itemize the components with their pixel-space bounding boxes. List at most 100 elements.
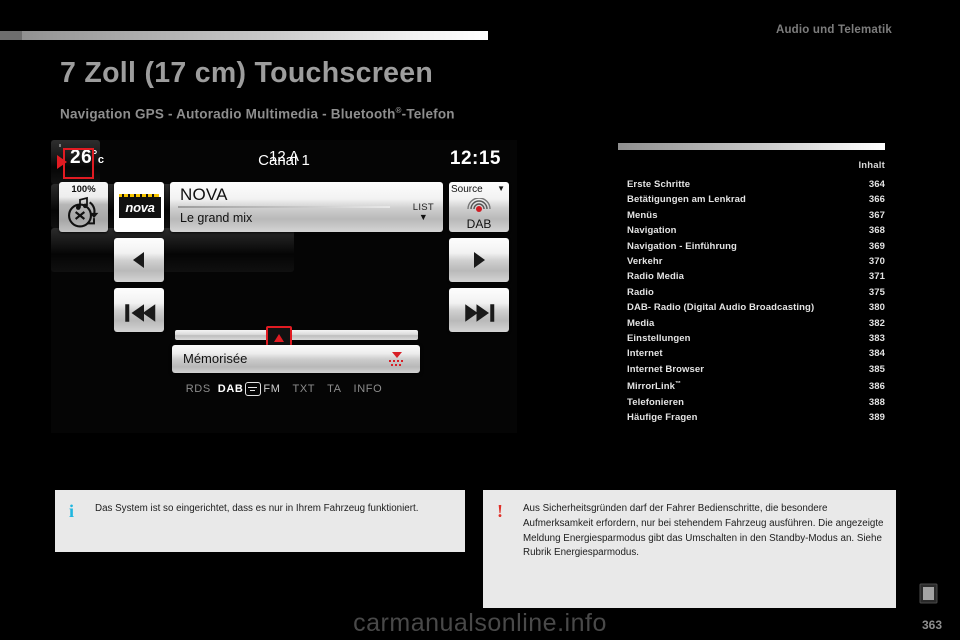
toc-item[interactable]: Internet Browser 385 <box>618 362 885 377</box>
toc-item[interactable]: Menüs 367 <box>618 208 885 223</box>
toc-item[interactable]: Radio 375 <box>618 285 885 300</box>
chevron-down-icon: ▼ <box>497 184 505 193</box>
logo-box: nova <box>119 197 161 218</box>
toc-item-page: 368 <box>868 225 885 237</box>
subtitle-suffix: -Telefon <box>401 106 455 122</box>
preset-label: Mémorisée <box>183 351 248 366</box>
toc-item[interactable]: Telefonieren 388 <box>618 395 885 410</box>
toc-item[interactable]: Navigation 368 <box>618 223 885 238</box>
toc-item-page: 382 <box>868 317 885 329</box>
tag-dab[interactable]: DAB <box>218 383 244 395</box>
toc-item-page: 388 <box>868 396 885 408</box>
tag-rds[interactable]: RDS <box>186 383 211 395</box>
tag-txt[interactable]: TXT <box>293 383 316 395</box>
toc-item-title: DAB- Radio (Digital Audio Broadcasting) <box>627 302 815 314</box>
toc-item-page: 384 <box>868 348 885 360</box>
next-track-button[interactable] <box>449 288 509 332</box>
toc-item-title: Navigation - Einführung <box>627 240 737 252</box>
document-icon <box>919 583 938 604</box>
dab-switch-icon[interactable] <box>245 381 262 396</box>
toc-item-page: 375 <box>868 286 885 298</box>
toc-item-title: Menüs <box>627 209 658 221</box>
toc-item-title: Internet <box>627 348 663 360</box>
toc-item[interactable]: Navigation - Einführung 369 <box>618 239 885 254</box>
toc-item-page: 371 <box>868 271 885 283</box>
toc-item-page: 370 <box>868 256 885 268</box>
toc-item[interactable]: MirrorLink™ 386 <box>618 377 885 395</box>
info-icon: i <box>69 501 75 521</box>
toc-item[interactable]: Verkehr 370 <box>618 254 885 269</box>
tag-info[interactable]: INFO <box>354 383 383 395</box>
toc-item[interactable]: Media 382 <box>618 316 885 331</box>
preset-bar[interactable]: Mémorisée <box>172 345 420 373</box>
toc-rule <box>618 143 885 150</box>
toc-item-title: Media <box>627 317 655 329</box>
toc-item-page: 369 <box>868 240 885 252</box>
toc-item-title: Betätigungen am Lenkrad <box>627 194 746 206</box>
tag-fm[interactable]: FM <box>263 383 280 395</box>
toc-item-page: 386 <box>868 381 885 393</box>
radio-text: Le grand mix <box>180 211 253 225</box>
toc-item-title: Radio <box>627 286 654 298</box>
toc-item[interactable]: Einstellungen 383 <box>618 331 885 346</box>
corner-marker <box>59 144 61 147</box>
page-subtitle: Navigation GPS - Autoradio Multimedia - … <box>60 106 455 122</box>
top-rule-cap <box>0 31 22 40</box>
frequency-display[interactable]: 12 A <box>51 148 299 272</box>
trademark-mark: ™ <box>674 381 682 388</box>
info-note-text: Das System ist so eingerichtet, dass es … <box>95 503 419 514</box>
source-label: Source <box>451 184 483 195</box>
manual-page: Audio und Telematik 7 Zoll (17 cm) Touch… <box>0 0 960 640</box>
toc-item[interactable]: Internet 384 <box>618 346 885 361</box>
signal-strength-icon <box>389 352 403 366</box>
infotainment-screenshot: 26°c 12:15 100% nova NOVA Le grand mix L… <box>51 140 517 433</box>
previous-track-button[interactable] <box>114 288 164 332</box>
station-name: NOVA <box>180 185 228 204</box>
list-button[interactable]: LIST ▼ <box>413 202 434 222</box>
toc-item-title: MirrorLink™ <box>618 377 681 395</box>
toc-item-page: 367 <box>868 209 885 221</box>
toc-item-title: Einstellungen <box>627 333 691 345</box>
toc-list: Erste Schritte 364 Betätigungen am Lenkra… <box>618 177 885 426</box>
source-button[interactable]: Source ▼ DAB <box>449 182 509 232</box>
logo-text: nova <box>125 200 155 215</box>
toc-item-title: Radio Media <box>627 271 685 283</box>
tag-ta[interactable]: TA <box>327 383 341 395</box>
toc-item-title: Navigation <box>627 225 677 237</box>
previous-station-button[interactable] <box>114 238 164 282</box>
toc-item[interactable]: Erste Schritte 364 <box>618 177 885 192</box>
toc-item-title: Erste Schritte <box>627 179 691 190</box>
scroll-slider[interactable] <box>175 330 418 340</box>
toc-item-title: Häufige Fragen <box>627 412 698 424</box>
warning-note-text: Aus Sicherheitsgründen darf der Fahrer B… <box>523 503 884 559</box>
toc-item[interactable]: Radio Media 371 <box>618 269 885 284</box>
next-station-button[interactable] <box>449 238 509 282</box>
info-note: i Das System ist so eingerichtet, dass e… <box>55 490 465 552</box>
triangle-left-icon <box>133 252 144 268</box>
toc-heading: Inhalt <box>858 160 885 171</box>
warning-icon: ! <box>497 501 503 521</box>
watermark: carmanualsonline.info <box>353 609 607 637</box>
toc-item-page: 364 <box>868 179 885 190</box>
subtitle-text: Navigation GPS - Autoradio Multimedia - … <box>60 106 396 122</box>
radio-tag-row: RDS DAB FM TXT TA INFO <box>51 380 517 398</box>
now-playing-panel[interactable]: NOVA Le grand mix LIST ▼ <box>170 182 443 232</box>
frequency-label: 12 A <box>268 148 300 165</box>
mute-note-icon <box>68 196 99 228</box>
triangle-right-icon <box>474 252 485 268</box>
skip-forward-icon <box>465 304 495 322</box>
triangle-up-icon <box>274 333 284 342</box>
toc-item-page: 389 <box>868 412 885 424</box>
station-logo: nova <box>114 182 164 232</box>
toc-item-page: 385 <box>868 363 885 375</box>
broadcast-icon <box>467 198 491 212</box>
top-rule <box>0 31 488 40</box>
toc-item-page: 383 <box>868 333 885 345</box>
page-title: 7 Zoll (17 cm) Touchscreen <box>60 57 434 89</box>
warning-note: ! Aus Sicherheitsgründen darf der Fahrer… <box>483 490 896 608</box>
toc-item[interactable]: Häufige Fragen 389 <box>618 410 885 425</box>
toc-item-title: Internet Browser <box>627 363 705 375</box>
toc-item[interactable]: DAB- Radio (Digital Audio Broadcasting) 3… <box>618 300 885 315</box>
toc-item[interactable]: Betätigungen am Lenkrad 366 <box>618 192 885 207</box>
volume-button[interactable]: 100% <box>59 182 108 232</box>
